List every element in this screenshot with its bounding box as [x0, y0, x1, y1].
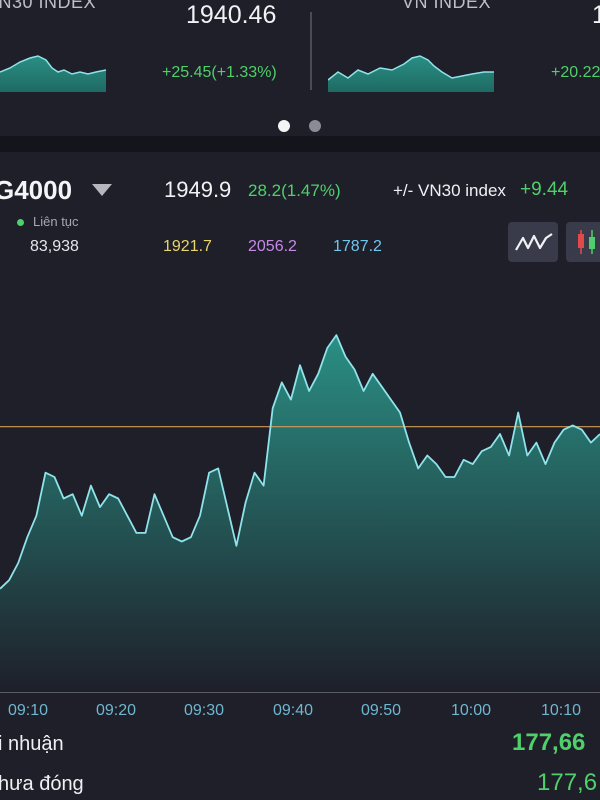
index-name-1: VN30 INDEX — [0, 0, 97, 12]
unclosed-value: 177,6 — [537, 769, 598, 796]
x-tick-label: 10:00 — [451, 702, 492, 719]
index-price-1: 1940.46 — [186, 1, 277, 29]
last-price: 1949.9 — [164, 177, 232, 202]
candlestick-icon — [578, 230, 595, 254]
compare-label: +/- VN30 index — [393, 181, 506, 200]
profit-label: i nhuận — [0, 733, 64, 755]
index-carousel[interactable]: VN30 INDEX 1940.46 +25.45(+1.33%) VN IND… — [0, 0, 600, 136]
index-change-1: +25.45(+1.33%) — [162, 64, 277, 81]
x-axis — [0, 692, 600, 693]
compare-value: +9.44 — [520, 179, 569, 200]
section-separator — [0, 136, 600, 152]
index-price-2: 1 — [592, 1, 600, 29]
floor-price: 1787.2 — [333, 238, 382, 255]
profit-value: 177,66 — [512, 729, 586, 756]
chevron-down-icon[interactable] — [92, 184, 112, 196]
unclosed-label: hưa đóng — [0, 773, 84, 795]
line-chart-icon — [515, 233, 553, 251]
volume: 83,938 — [30, 238, 79, 255]
index-name-2: VN INDEX — [402, 0, 492, 12]
quote-header: G4000 1949.9 28.2(1.47%) +/- VN30 index … — [0, 152, 600, 262]
x-tick-label: 09:20 — [96, 702, 137, 719]
chart-area-fill — [0, 335, 600, 692]
symbol-label[interactable]: G4000 — [0, 175, 72, 206]
x-tick-label: 09:50 — [361, 702, 402, 719]
x-tick-label: 10:10 — [541, 702, 582, 719]
reference-price: 1921.7 — [163, 238, 212, 255]
price-change: 28.2(1.47%) — [248, 181, 341, 200]
index-change-2: +20.22 — [551, 64, 600, 81]
session-status: Liên tục — [33, 214, 79, 229]
x-tick-label: 09:10 — [8, 702, 49, 719]
pager-dot-active[interactable] — [278, 120, 290, 132]
status-dot-icon — [17, 219, 24, 226]
pager-dot[interactable] — [309, 120, 321, 132]
intraday-chart[interactable] — [0, 262, 600, 692]
index-divider — [310, 12, 312, 90]
index-sparkline-2 — [328, 55, 494, 92]
x-tick-label: 09:30 — [184, 702, 225, 719]
line-chart-button[interactable] — [508, 222, 558, 262]
index-sparkline-1 — [0, 55, 107, 92]
x-tick-label: 09:40 — [273, 702, 314, 719]
ceiling-price: 2056.2 — [248, 238, 297, 255]
candlestick-button[interactable] — [566, 222, 600, 262]
